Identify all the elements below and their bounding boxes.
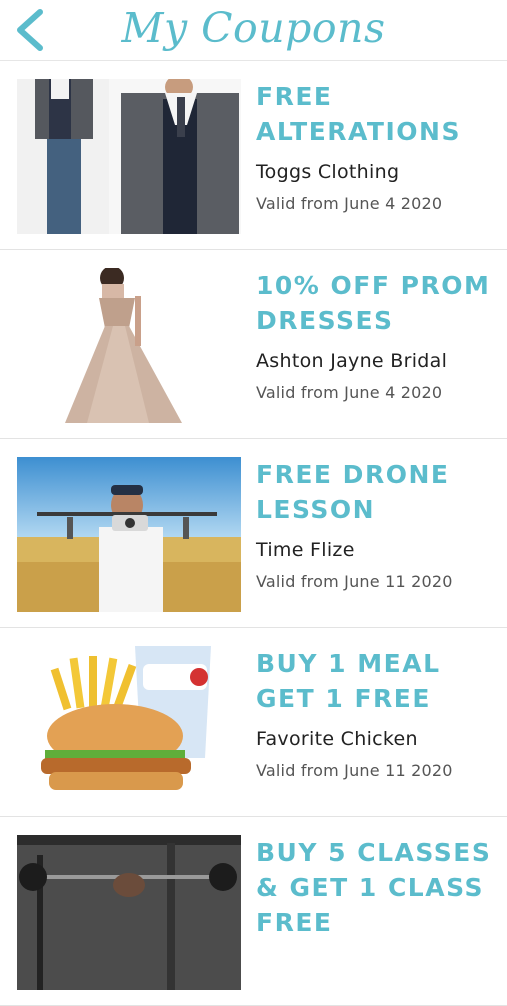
coupon-title: FREE DRONE LESSON xyxy=(256,460,450,524)
coupon-list: FREE ALTERATIONS Toggs Clothing Valid fr… xyxy=(0,61,507,1006)
chicken-burger-meal-photo xyxy=(17,646,241,801)
app-header: My Coupons xyxy=(0,0,507,61)
coupon-title: FREE ALTERATIONS xyxy=(256,82,461,146)
coupon-merchant: Favorite Chicken xyxy=(256,728,418,750)
coupon-valid-date: Valid from June 11 2020 xyxy=(256,572,453,591)
coupon-card[interactable]: FREE DRONE LESSON Time Flize Valid from … xyxy=(0,439,507,628)
coupon-card[interactable]: BUY 5 CLASSES & GET 1 CLASS FREE xyxy=(0,817,507,1006)
coupon-card[interactable]: BUY 1 MEAL GET 1 FREE Favorite Chicken V… xyxy=(0,628,507,817)
men-in-suits-photo xyxy=(17,79,241,234)
coupon-merchant: Toggs Clothing xyxy=(256,161,400,183)
coupon-merchant: Time Flize xyxy=(256,539,355,561)
coupon-title: 10% OFF PROM DRESSES xyxy=(256,271,491,335)
coupon-title: BUY 1 MEAL GET 1 FREE xyxy=(256,649,441,713)
page-title: My Coupons xyxy=(121,4,386,52)
coupon-valid-date: Valid from June 11 2020 xyxy=(256,761,453,780)
coupon-valid-date: Valid from June 4 2020 xyxy=(256,194,443,213)
coupon-card[interactable]: 10% OFF PROM DRESSES Ashton Jayne Bridal… xyxy=(0,250,507,439)
prom-dress-photo xyxy=(17,268,241,423)
coupon-merchant: Ashton Jayne Bridal xyxy=(256,350,448,372)
coupon-valid-date: Valid from June 4 2020 xyxy=(256,383,443,402)
drone-pilot-photo xyxy=(17,457,241,612)
coupon-card[interactable]: FREE ALTERATIONS Toggs Clothing Valid fr… xyxy=(0,61,507,250)
gym-class-photo xyxy=(17,835,241,990)
coupon-title: BUY 5 CLASSES & GET 1 CLASS FREE xyxy=(256,838,492,937)
